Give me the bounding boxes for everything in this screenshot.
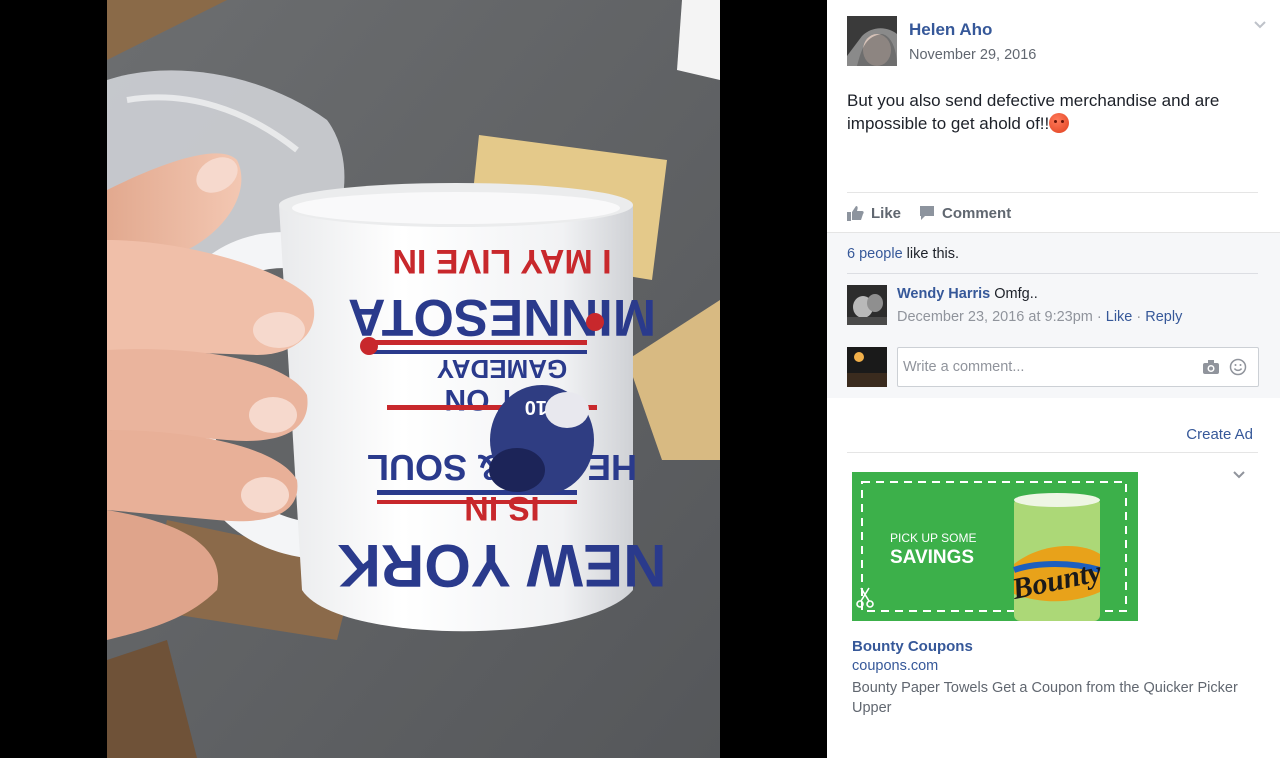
ad-image[interactable]: PICK UP SOME SAVINGS Bounty bbox=[852, 472, 1138, 621]
create-ad-link[interactable]: Create Ad bbox=[1186, 426, 1253, 443]
divider bbox=[847, 273, 1258, 274]
post-text: But you also send defective merchandise … bbox=[847, 89, 1257, 135]
comment-icon bbox=[920, 206, 935, 220]
comments-section: 6 people like this. Wendy Harris Omfg.. … bbox=[827, 232, 1280, 398]
mug-line-8: I MAY LIVE IN bbox=[392, 242, 611, 280]
comment-text: Omfg.. bbox=[994, 286, 1038, 302]
post-photo[interactable]: NEW YORK IS IN HEART & SOUL BUT ON GAMED… bbox=[107, 0, 720, 758]
ad-image-text-2: SAVINGS bbox=[890, 547, 974, 568]
divider bbox=[847, 192, 1258, 193]
thumbs-up-icon bbox=[847, 206, 864, 221]
current-user-avatar bbox=[847, 347, 887, 387]
comment-body: Wendy Harris Omfg.. bbox=[897, 286, 1038, 302]
author-avatar[interactable] bbox=[847, 16, 897, 66]
chevron-down-icon[interactable] bbox=[1232, 468, 1246, 482]
post-date[interactable]: November 29, 2016 bbox=[909, 47, 1036, 63]
ad-title[interactable]: Bounty Coupons bbox=[852, 638, 973, 655]
like-button[interactable]: Like bbox=[847, 205, 901, 222]
ad-description: Bounty Paper Towels Get a Coupon from th… bbox=[852, 680, 1238, 716]
separator: · bbox=[1132, 309, 1146, 325]
post-panel: Helen Aho November 29, 2016 But you also… bbox=[827, 0, 1280, 758]
likes-count-link[interactable]: 6 people bbox=[847, 246, 903, 262]
commenter-name[interactable]: Wendy Harris bbox=[897, 286, 990, 302]
ad-image-text-1: PICK UP SOME bbox=[890, 531, 976, 545]
author-name[interactable]: Helen Aho bbox=[909, 20, 992, 40]
comment-reply-link[interactable]: Reply bbox=[1145, 309, 1182, 325]
comment-composer bbox=[897, 347, 1259, 387]
comment-like-link[interactable]: Like bbox=[1106, 309, 1133, 325]
mug-line-7: MINNESOTA bbox=[348, 288, 656, 346]
comment-input[interactable] bbox=[898, 348, 1188, 386]
photo-viewer: NEW YORK IS IN HEART & SOUL BUT ON GAMED… bbox=[0, 0, 827, 758]
chevron-down-icon[interactable] bbox=[1253, 18, 1267, 32]
post-header: Helen Aho November 29, 2016 bbox=[847, 16, 1267, 70]
mug-jersey-number: 10 bbox=[525, 396, 547, 418]
like-label: Like bbox=[871, 204, 902, 222]
comment-button[interactable]: Comment bbox=[919, 205, 1011, 222]
camera-icon[interactable] bbox=[1202, 359, 1220, 380]
mug-line-1: NEW YORK bbox=[338, 532, 667, 599]
ad-domain[interactable]: coupons.com bbox=[852, 658, 938, 674]
post-text-content: But you also send defective merchandise … bbox=[847, 91, 1220, 133]
separator: · bbox=[1092, 309, 1106, 325]
post-actions: Like Comment bbox=[847, 201, 1029, 225]
comment-label: Comment bbox=[942, 204, 1012, 222]
likes-suffix: like this. bbox=[902, 246, 960, 262]
divider bbox=[847, 452, 1258, 453]
emoji-icon[interactable] bbox=[1229, 358, 1247, 381]
comment-meta: December 23, 2016 at 9:23pm · Like · Rep… bbox=[897, 309, 1182, 325]
mug-line-6: GAMEDAY bbox=[437, 354, 568, 384]
comment-date[interactable]: December 23, 2016 at 9:23pm bbox=[897, 309, 1093, 325]
commenter-avatar[interactable] bbox=[847, 285, 887, 325]
likes-summary: 6 people like this. bbox=[847, 246, 959, 262]
angry-face-icon bbox=[1049, 113, 1070, 133]
